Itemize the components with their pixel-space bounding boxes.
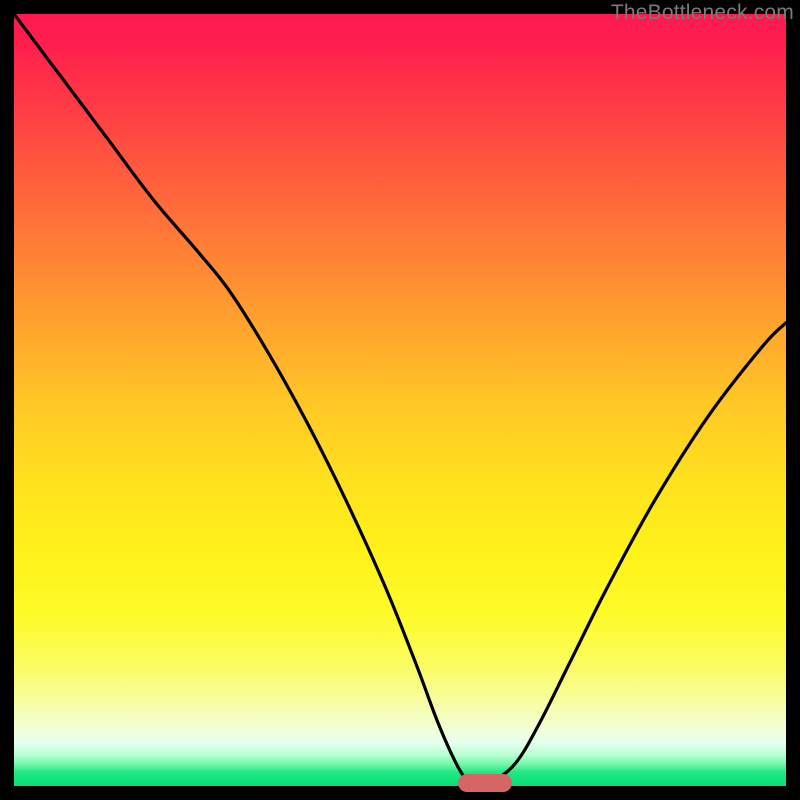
bottleneck-curve — [14, 14, 786, 786]
chart-frame — [14, 14, 786, 786]
watermark-text: TheBottleneck.com — [611, 1, 794, 25]
optimal-range-marker — [458, 774, 512, 792]
